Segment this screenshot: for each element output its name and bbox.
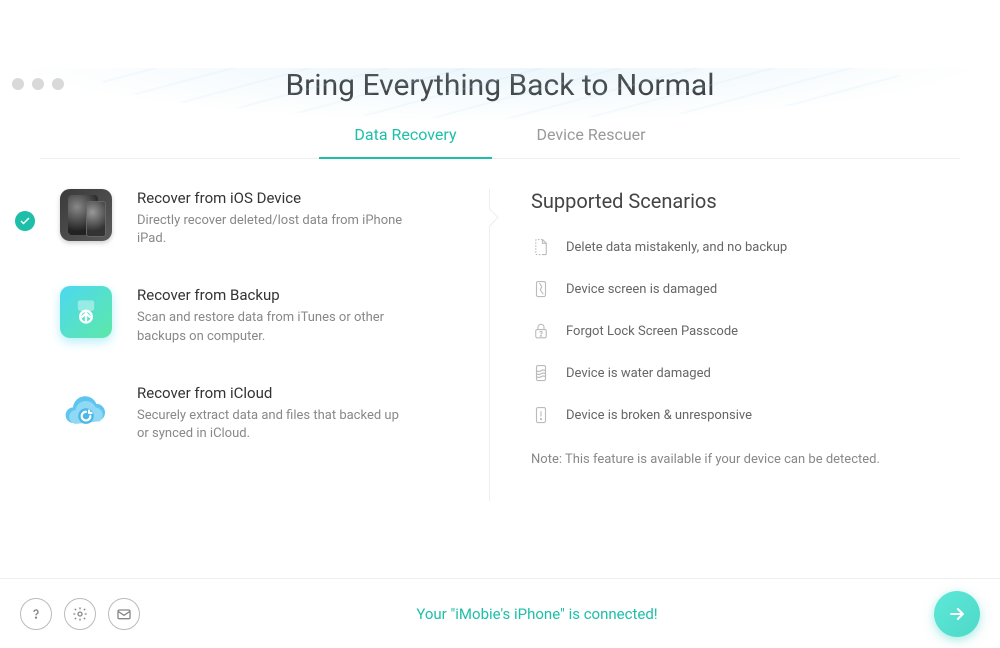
scenario-item: Device screen is damaged (531, 277, 940, 301)
help-button[interactable] (20, 598, 52, 630)
option-desc: Directly recover deleted/lost data from … (137, 212, 407, 248)
scenario-text: Device is broken & unresponsive (566, 408, 752, 423)
scenario-text: Delete data mistakenly, and no backup (566, 240, 787, 255)
footer-buttons (20, 598, 140, 630)
vertical-divider (489, 189, 501, 481)
window-maximize-dot[interactable] (52, 78, 64, 90)
next-button[interactable] (934, 591, 980, 637)
cracked-screen-icon (531, 277, 551, 301)
icloud-icon (60, 384, 112, 436)
option-desc: Scan and restore data from iTunes or oth… (137, 309, 407, 345)
scenario-text: Device is water damaged (566, 366, 711, 381)
tabs-bar: Data Recovery Device Rescuer (40, 125, 960, 159)
option-title: Recover from Backup (137, 286, 407, 304)
option-text: Recover from Backup Scan and restore dat… (137, 286, 407, 345)
footer-bar: Your "iMobie's iPhone" is connected! (0, 578, 1000, 648)
scenarios-column: Supported Scenarios Delete data mistaken… (501, 189, 940, 481)
window-close-dot[interactable] (12, 78, 24, 90)
scenario-item: Device is water damaged (531, 361, 940, 385)
scenario-item: Forgot Lock Screen Passcode (531, 319, 940, 343)
tab-data-recovery[interactable]: Data Recovery (354, 125, 456, 158)
settings-button[interactable] (64, 598, 96, 630)
window-minimize-dot[interactable] (32, 78, 44, 90)
file-delete-icon (531, 235, 551, 259)
option-text: Recover from iOS Device Directly recover… (137, 189, 407, 248)
checkmark-icon (15, 211, 35, 231)
water-damage-icon (531, 361, 551, 385)
option-recover-icloud[interactable]: Recover from iCloud Securely extract dat… (60, 384, 469, 443)
option-desc: Securely extract data and files that bac… (137, 407, 407, 443)
option-title: Recover from iCloud (137, 384, 407, 402)
header-bg-decoration (0, 68, 1000, 123)
option-recover-backup[interactable]: Recover from Backup Scan and restore dat… (60, 286, 469, 345)
content-area: Recover from iOS Device Directly recover… (0, 159, 1000, 481)
backup-icon (60, 286, 112, 338)
connection-status: Your "iMobie's iPhone" is connected! (140, 605, 934, 623)
option-text: Recover from iCloud Securely extract dat… (137, 384, 407, 443)
scenario-text: Device screen is damaged (566, 282, 717, 297)
scenarios-title: Supported Scenarios (531, 189, 940, 213)
option-title: Recover from iOS Device (137, 189, 407, 207)
scenario-text: Forgot Lock Screen Passcode (566, 324, 738, 339)
tab-device-rescuer[interactable]: Device Rescuer (537, 125, 646, 158)
ios-device-icon (60, 189, 112, 241)
scenario-item: Device is broken & unresponsive (531, 403, 940, 427)
mail-button[interactable] (108, 598, 140, 630)
alert-icon (531, 403, 551, 427)
lock-question-icon (531, 319, 551, 343)
scenario-item: Delete data mistakenly, and no backup (531, 235, 940, 259)
recovery-options-column: Recover from iOS Device Directly recover… (60, 189, 489, 481)
scenarios-note: Note: This feature is available if your … (531, 452, 940, 467)
window-controls (12, 78, 64, 90)
option-recover-ios-device[interactable]: Recover from iOS Device Directly recover… (60, 189, 469, 248)
